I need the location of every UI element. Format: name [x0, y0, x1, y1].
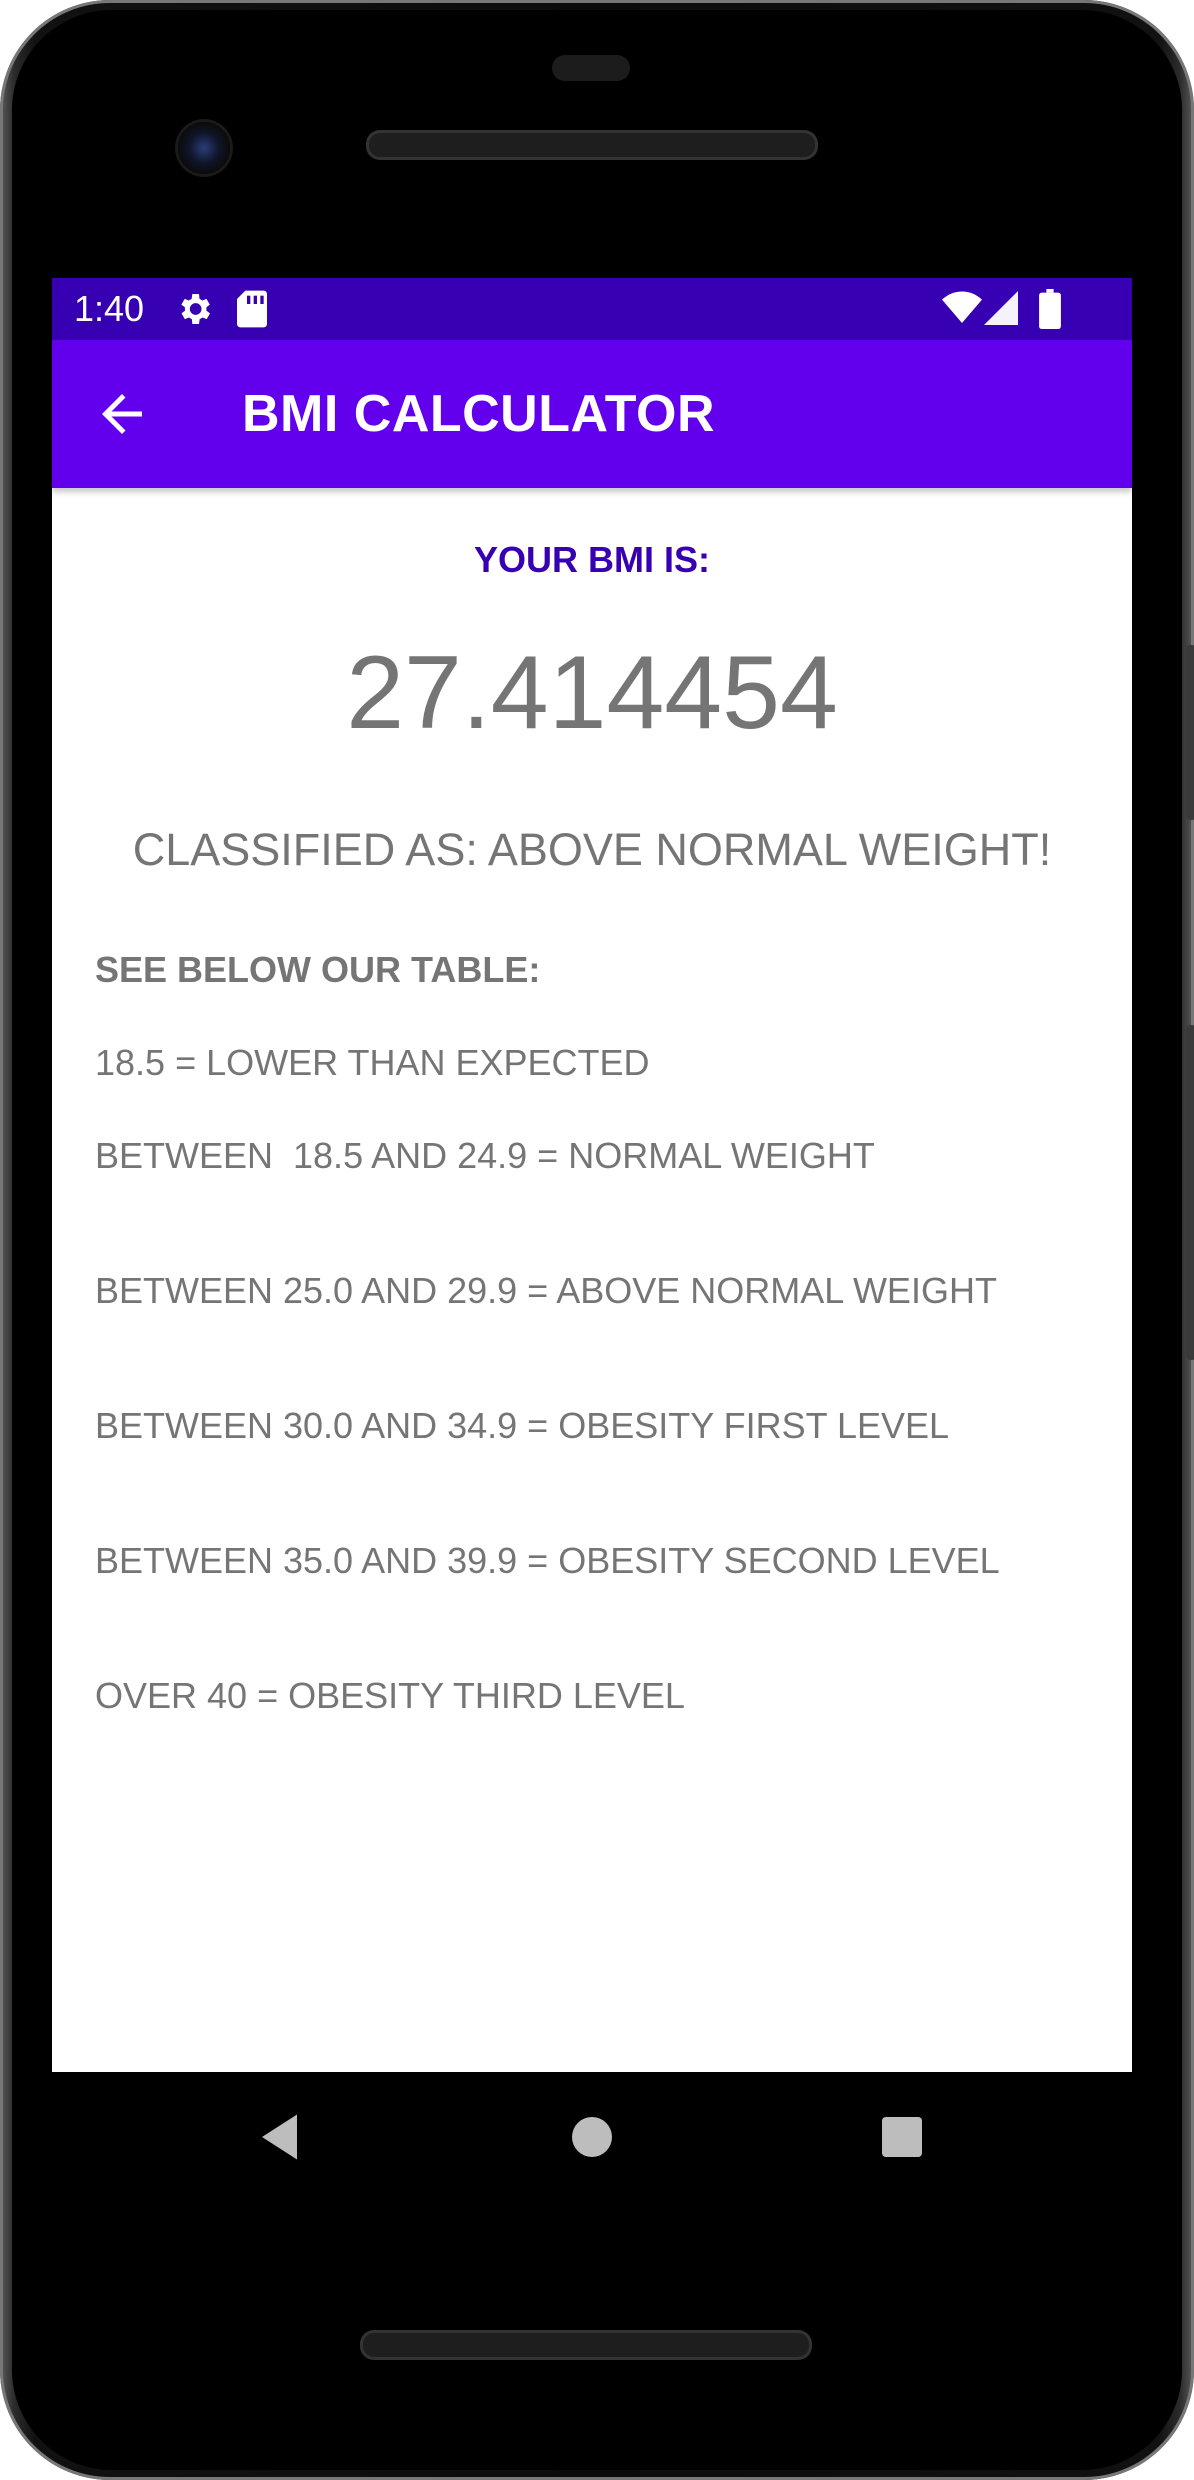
- bmi-table-row: BETWEEN 25.0 AND 29.9 = ABOVE NORMAL WEI…: [95, 1270, 997, 1311]
- proximity-sensor: [552, 55, 630, 81]
- bottom-speaker: [360, 2330, 812, 2360]
- wifi-icon: [942, 291, 982, 330]
- battery-icon: [1038, 289, 1062, 334]
- screen: 1:40 BMI CALCULATOR YOUR BMI IS: 27.4144…: [52, 278, 1132, 2072]
- volume-button: [1186, 1025, 1194, 1360]
- bmi-result-value: 27.414454: [346, 635, 838, 751]
- nav-home-button[interactable]: [562, 2107, 622, 2167]
- status-bar: 1:40: [52, 278, 1132, 340]
- app-bar: BMI CALCULATOR: [52, 340, 1132, 488]
- page-title: BMI CALCULATOR: [242, 385, 716, 443]
- bmi-table-row: BETWEEN 30.0 AND 34.9 = OBESITY FIRST LE…: [95, 1405, 950, 1446]
- bmi-classification: CLASSIFIED AS: ABOVE NORMAL WEIGHT!: [132, 824, 1052, 875]
- bmi-table-row: OVER 40 = OBESITY THIRD LEVEL: [95, 1675, 685, 1716]
- nav-recents-button[interactable]: [872, 2107, 932, 2167]
- nav-back-button[interactable]: [252, 2107, 312, 2167]
- bmi-result-label: YOUR BMI IS:: [473, 539, 710, 580]
- system-navigation-bar: [52, 2072, 1132, 2202]
- signal-icon: [984, 291, 1018, 330]
- power-button: [1186, 645, 1194, 820]
- nav-back-icon: [262, 2114, 297, 2160]
- earpiece-speaker: [366, 130, 818, 160]
- bmi-table-row: BETWEEN 18.5 AND 24.9 = NORMAL WEIGHT: [95, 1135, 875, 1176]
- sd-card-icon: [234, 289, 270, 334]
- back-button[interactable]: [92, 384, 152, 444]
- gear-icon: [174, 289, 214, 334]
- bmi-table-row: BETWEEN 35.0 AND 39.9 = OBESITY SECOND L…: [95, 1540, 1000, 1581]
- phone-frame: 1:40 BMI CALCULATOR YOUR BMI IS: 27.4144…: [0, 0, 1194, 2480]
- bmi-table-heading: SEE BELOW OUR TABLE:: [95, 949, 541, 990]
- nav-recents-icon: [882, 2117, 922, 2157]
- status-time: 1:40: [74, 288, 145, 329]
- front-camera: [178, 122, 230, 174]
- nav-home-icon: [572, 2117, 612, 2157]
- bmi-table-row: 18.5 = LOWER THAN EXPECTED: [95, 1042, 650, 1083]
- arrow-back-icon: [102, 394, 142, 434]
